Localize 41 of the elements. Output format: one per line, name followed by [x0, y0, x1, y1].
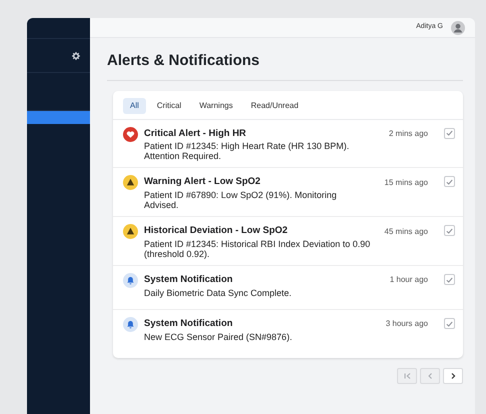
- alert-row[interactable]: System Notification 1 hour ago Daily Biometric Data Sync Complete.: [113, 266, 463, 310]
- alert-row[interactable]: Critical Alert - High HR 2 mins ago Patient ID #12345: High Heart Rate (HR 130 BPM). Attention Required.: [113, 120, 463, 168]
- alert-message: New ECG Sensor Paired (SN#9876).: [144, 332, 294, 342]
- filter-tab[interactable]: Critical: [150, 98, 188, 114]
- read-checkbox[interactable]: [444, 128, 455, 138]
- filter-tab[interactable]: All: [123, 98, 146, 114]
- filter-tab[interactable]: Warnings: [192, 98, 240, 114]
- read-checkbox[interactable]: [444, 176, 455, 188]
- alert-time: 1 hour ago: [390, 274, 428, 286]
- read-checkbox[interactable]: [444, 225, 455, 236]
- alert-time: 45 mins ago: [384, 226, 428, 238]
- next-page-button[interactable]: [443, 368, 463, 384]
- alert-row[interactable]: System Notification 3 hours ago New ECG Sensor Paired (SN#9876).: [113, 310, 463, 358]
- read-checkbox[interactable]: [444, 318, 455, 330]
- alert-message: Patient ID #12345: High Heart Rate (HR 130 BPM). Attention Required.: [144, 140, 350, 162]
- alert-row[interactable]: Historical Deviation - Low SpO2 45 mins ago Patient ID #12345: Historical RBI Index Deviation to 0.90 (threshold 0.92).: [113, 217, 463, 266]
- alert-title: Critical Alert - High HR: [144, 126, 246, 140]
- alert-title: System Notification: [144, 317, 233, 332]
- filter-tab[interactable]: Read/Unread: [244, 98, 306, 114]
- alert-time: 2 mins ago: [388, 128, 428, 140]
- page-title: Alerts & Notifications: [107, 50, 463, 80]
- bell-icon: [123, 317, 138, 332]
- settings-icon[interactable]: [72, 52, 80, 60]
- alert-title: Warning Alert - Low SpO2: [144, 175, 260, 190]
- bell-icon: [123, 273, 138, 288]
- read-checkbox[interactable]: [444, 274, 455, 286]
- alert-time: 3 hours ago: [386, 318, 428, 330]
- avatar-icon[interactable]: [451, 20, 465, 34]
- alert-message: Patient ID #12345: Historical RBI Index Deviation to 0.90 (threshold 0.92).: [144, 238, 371, 260]
- first-page-icon: [403, 372, 411, 380]
- warning-icon: [123, 175, 138, 190]
- alert-message: Patient ID #67890: Low SpO2 (91%). Monitoring Advised.: [144, 190, 338, 210]
- chevron-right-icon: [449, 372, 457, 380]
- alert-title: Historical Deviation - Low SpO2: [144, 224, 288, 238]
- alert-message: Daily Biometric Data Sync Complete.: [144, 288, 293, 298]
- alert-row[interactable]: Warning Alert - Low SpO2 15 mins ago Patient ID #67890: Low SpO2 (91%). Monitoring Advised.: [113, 168, 463, 218]
- sidebar-item[interactable]: [27, 110, 90, 124]
- alert-title: System Notification: [144, 273, 233, 288]
- chevron-left-icon: [426, 372, 434, 380]
- warning-icon: [123, 224, 138, 240]
- alert-time: 15 mins ago: [384, 176, 428, 189]
